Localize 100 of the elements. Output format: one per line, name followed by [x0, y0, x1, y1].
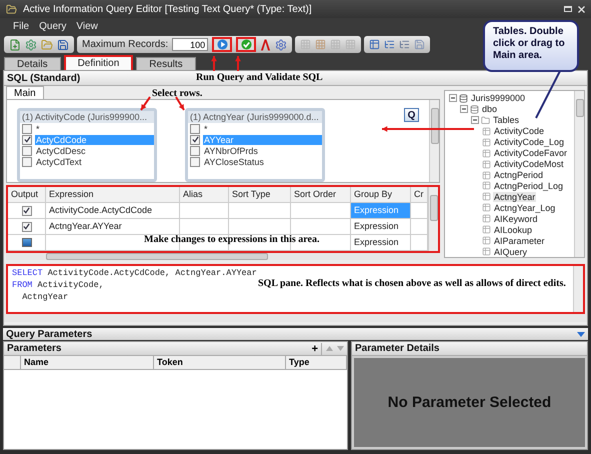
column-header[interactable]: Name [21, 356, 154, 369]
tree-item[interactable]: ActngYear [493, 192, 536, 202]
collapse-icon[interactable] [577, 332, 585, 336]
column-header[interactable]: Alias [180, 187, 229, 202]
close-icon[interactable] [578, 6, 585, 12]
table-icon [482, 192, 491, 202]
checkbox[interactable] [190, 156, 200, 166]
tab[interactable]: Definition [64, 55, 134, 70]
table-icon[interactable] [369, 39, 380, 50]
move-up-icon[interactable] [326, 346, 333, 351]
table-icon [482, 160, 491, 169]
tree-item[interactable]: ActngYear_Log [493, 202, 556, 213]
panel-title: Parameters [7, 343, 62, 354]
code-line: SELECT ActivityCode.ActyCdCode, ActngYear.AYYear [12, 268, 257, 279]
code-line: FROM ActivityCode, [12, 280, 104, 291]
field-item[interactable]: * [203, 124, 322, 134]
arrow [175, 96, 185, 111]
validate-button[interactable] [236, 37, 256, 52]
query-button[interactable]: Q [404, 108, 419, 122]
field-item[interactable]: ActyCdText [35, 156, 154, 166]
tree-item[interactable]: ActngPeriod [493, 170, 544, 180]
table-icon [482, 148, 491, 158]
menu-item[interactable]: View [73, 21, 101, 32]
sql-editor[interactable]: SELECT ActivityCode.ActyCdCode, ActngYear.AYYear FROM ActivityCode, ActngYear SQL pane. Reflects what is chosen above as well as allows of direct edits. [6, 264, 585, 314]
app-icon [6, 4, 17, 14]
check-icon [240, 39, 252, 50]
field-item[interactable]: AYCloseStatus [203, 156, 322, 166]
field-item[interactable]: AYNbrOfPrds [203, 146, 322, 156]
field-item[interactable]: * [35, 124, 154, 134]
run-query-button[interactable] [212, 37, 232, 52]
menu-item[interactable]: File [10, 21, 32, 32]
checkbox[interactable] [22, 222, 32, 232]
table-icon [482, 138, 491, 147]
tree-item[interactable]: Tables [492, 115, 520, 126]
list-icon[interactable] [384, 39, 396, 50]
column-header[interactable]: Type [286, 356, 347, 369]
checkbox[interactable] [190, 134, 200, 144]
save-icon[interactable] [57, 38, 69, 50]
code-line: ActngYear [21, 292, 68, 303]
table-icon [482, 236, 491, 246]
column-header[interactable]: Expression [46, 187, 180, 202]
tree-item[interactable]: ActivityCodeMost [493, 159, 565, 170]
checkbox[interactable] [22, 134, 32, 144]
panel-title: Parameter Details [355, 343, 440, 354]
window-title: Active Information Query Editor [Testing Text Query* (Type: Text)] [23, 4, 312, 14]
tree-item[interactable]: AIParameter [493, 236, 546, 246]
panel-title: SQL (Standard) [7, 72, 80, 84]
field-item[interactable]: ActyCdDesc [35, 146, 154, 156]
column-header[interactable]: Output [8, 187, 46, 202]
checkbox[interactable] [22, 124, 32, 134]
checkbox[interactable] [190, 124, 200, 134]
tree-item[interactable]: AILookup [493, 224, 534, 235]
checkbox[interactable] [22, 156, 32, 166]
tab[interactable]: Results [136, 57, 196, 70]
folder-icon [481, 116, 490, 125]
minus-icon[interactable] [449, 94, 457, 102]
tab[interactable]: Details [4, 57, 61, 70]
minus-icon[interactable] [471, 116, 479, 124]
table-icon [482, 126, 491, 136]
checkbox[interactable] [22, 146, 32, 156]
column-header[interactable]: Cr [411, 187, 428, 202]
minus-icon[interactable] [460, 105, 468, 114]
tree-item[interactable]: ActivityCode_Log [493, 137, 566, 148]
checkbox[interactable] [22, 206, 32, 216]
tree-item[interactable]: AIKeyword [493, 214, 539, 224]
table-card[interactable]: (1) ActivityCode (Juris999900... * ActyCdCode ActyCdDesc ActyCdText [17, 108, 157, 182]
menu-item[interactable]: Query [36, 21, 70, 32]
column-header[interactable]: Token [154, 356, 286, 369]
tree-item[interactable]: Juris9999000 [470, 93, 526, 104]
column-header[interactable]: Group By [351, 187, 411, 202]
maximize-icon[interactable] [564, 6, 572, 12]
table-cell[interactable]: ActivityCode.ActyCdCode [46, 203, 180, 218]
open-folder-icon[interactable] [41, 38, 53, 50]
new-row-icon [22, 238, 32, 247]
move-down-icon[interactable] [337, 346, 344, 351]
database-icon [470, 104, 479, 114]
max-records-field[interactable]: 100 [172, 38, 208, 51]
gear-icon[interactable] [275, 38, 288, 50]
tree-item[interactable]: ActivityCode [493, 126, 546, 136]
column-header[interactable]: Sort Type [229, 187, 291, 202]
tree-item[interactable]: dbo [481, 104, 498, 114]
tab[interactable]: Main [6, 86, 44, 99]
max-records-label: Maximum Records: [82, 39, 168, 50]
callout-bubble: Tables. Double click or drag to Main area. [483, 20, 579, 72]
tree-item[interactable]: ActivityCodeFavor [493, 148, 568, 158]
add-button[interactable]: + [308, 342, 322, 354]
table-icon [482, 170, 491, 180]
column-header[interactable]: Sort Order [291, 187, 351, 202]
new-file-icon[interactable] [9, 38, 21, 50]
checkbox[interactable] [190, 146, 200, 156]
list-icon[interactable] [399, 39, 410, 50]
table-cell[interactable]: ActngYear.AYYear [46, 219, 180, 234]
tree-item[interactable]: AIQuery [493, 246, 528, 257]
table-card[interactable]: (1) ActngYear (Juris9999000.d... * AYYear AYNbrOfPrds AYCloseStatus [185, 108, 325, 182]
arrow [211, 56, 217, 71]
arrow [140, 96, 151, 111]
grid-icon[interactable] [315, 39, 326, 50]
tree-item[interactable]: ActngPeriod_Log [493, 180, 564, 191]
empty-message: No Parameter Selected [388, 394, 552, 411]
arrow [235, 56, 241, 71]
